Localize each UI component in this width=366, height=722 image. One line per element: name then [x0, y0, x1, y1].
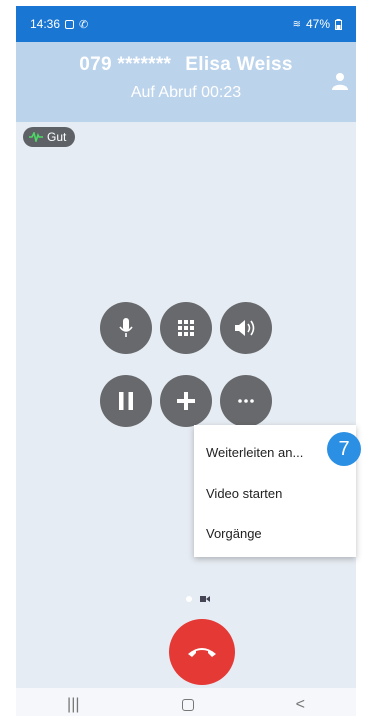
battery-level: 47% — [305, 17, 330, 31]
caller-number: 079 ******* — [79, 54, 172, 75]
speaker-icon — [235, 320, 255, 336]
call-header: 079 ******* Elisa Weiss Auf Abruf 00:23 — [16, 42, 356, 122]
caller-name: Elisa Weiss — [185, 54, 293, 75]
status-bar: 14:36 ✆ ≋ 47% — [16, 6, 356, 42]
hold-button[interactable] — [100, 375, 152, 427]
home-icon[interactable] — [181, 699, 194, 711]
signal-wave-icon — [29, 132, 43, 142]
phone-icon: ✆ — [79, 18, 89, 31]
keypad-icon — [178, 320, 194, 336]
recent-apps-icon[interactable]: ||| — [67, 696, 79, 714]
more-icon — [238, 399, 254, 403]
status-time: 14:36 — [30, 17, 61, 31]
microphone-icon — [119, 318, 133, 337]
back-icon[interactable]: < — [296, 696, 305, 714]
keypad-button[interactable] — [160, 302, 212, 354]
page-indicator — [186, 596, 210, 602]
call-status: Auf Abruf 00:23 — [130, 84, 242, 101]
hangup-button[interactable] — [169, 619, 235, 685]
wifi-icon: ≋ — [292, 18, 301, 30]
add-call-button[interactable] — [160, 375, 212, 427]
gallery-icon — [65, 19, 75, 29]
menu-item-processes[interactable]: Vorgänge — [206, 526, 262, 541]
callout-number-badge: 7 — [327, 432, 361, 466]
navigation-bar: ||| < — [16, 688, 356, 716]
quality-label: Gut — [47, 130, 67, 144]
phone-screen: 14:36 ✆ ≋ 47% 079 ******* Elisa Weiss Auf… — [16, 6, 356, 716]
call-quality-badge: Gut — [23, 127, 76, 147]
more-button[interactable] — [220, 375, 272, 427]
menu-item-forward[interactable]: Weiterleiten an... — [206, 445, 303, 460]
pause-icon — [119, 392, 133, 410]
battery-icon — [335, 18, 342, 30]
plus-icon — [177, 392, 195, 410]
caller-info: 079 ******* Elisa Weiss — [16, 54, 356, 76]
video-camera-icon — [200, 596, 210, 602]
page-dot — [186, 596, 192, 602]
hangup-icon — [188, 648, 216, 657]
mute-button[interactable] — [100, 302, 152, 354]
menu-item-start-video[interactable]: Video starten — [206, 486, 282, 501]
speaker-button[interactable] — [220, 302, 272, 354]
contact-icon[interactable] — [332, 72, 348, 90]
